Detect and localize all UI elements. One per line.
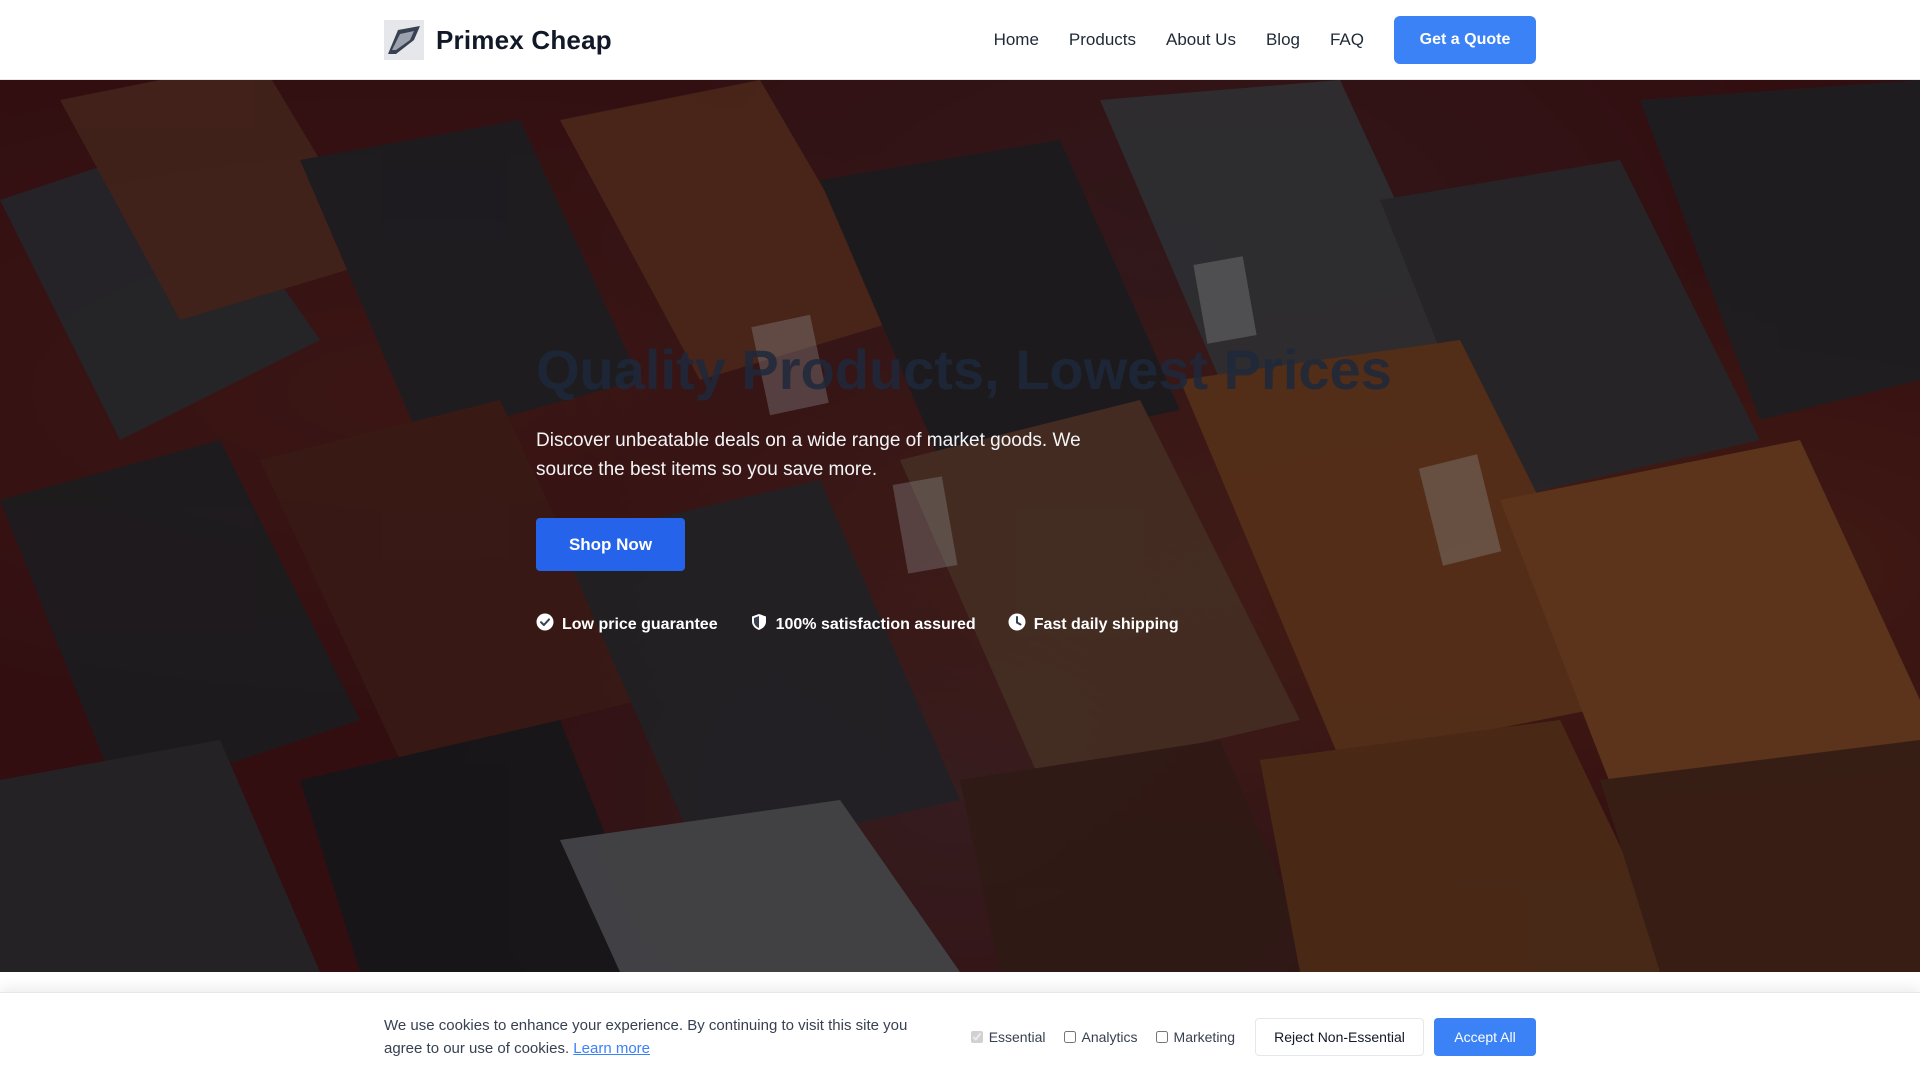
shield-icon <box>750 613 776 636</box>
feature-label: Low price guarantee <box>562 615 718 633</box>
accept-all-button[interactable]: Accept All <box>1434 1018 1536 1056</box>
nav-home[interactable]: Home <box>994 30 1039 50</box>
nav-faq[interactable]: FAQ <box>1330 30 1364 50</box>
analytics-checkbox[interactable] <box>1063 1031 1076 1043</box>
essential-checkbox[interactable] <box>970 1031 983 1043</box>
feature-item: 100% satisfaction assured <box>750 613 976 636</box>
marketing-option: Marketing <box>1155 1029 1235 1045</box>
cookie-banner: We use cookies to enhance your experienc… <box>0 992 1920 1080</box>
reject-non-essential-button[interactable]: Reject Non-Essential <box>1255 1018 1424 1056</box>
feature-list: Low price guarantee 100% satisfaction as… <box>536 613 1436 636</box>
shop-now-button[interactable]: Shop Now <box>536 518 685 572</box>
feature-label: Fast daily shipping <box>1033 615 1179 633</box>
main-nav: Home Products About Us Blog FAQ Get a Qu… <box>994 16 1536 64</box>
analytics-option: Analytics <box>1063 1029 1138 1045</box>
clock-icon <box>1008 613 1034 636</box>
cookie-controls: Essential Analytics Marketing Reject Non… <box>970 1018 1536 1056</box>
marketing-checkbox[interactable] <box>1155 1031 1168 1043</box>
essential-option: Essential <box>970 1029 1046 1045</box>
hero-content: Quality Products, Lowest Prices Discover… <box>536 338 1436 636</box>
nav-about-us[interactable]: About Us <box>1166 30 1236 50</box>
feature-label: 100% satisfaction assured <box>775 615 976 633</box>
essential-label: Essential <box>988 1029 1046 1045</box>
hero-section: Quality Products, Lowest Prices Discover… <box>0 80 1920 972</box>
analytics-label: Analytics <box>1081 1029 1138 1045</box>
brand-name: Primex Cheap <box>436 24 612 55</box>
cookie-inner: We use cookies to enhance your experienc… <box>384 993 1536 1080</box>
marketing-label: Marketing <box>1173 1029 1235 1045</box>
header-inner: Primex Cheap Home Products About Us Blog… <box>384 0 1536 80</box>
check-circle-icon <box>536 613 562 636</box>
feature-item: Fast daily shipping <box>1008 613 1179 636</box>
hero-title: Quality Products, Lowest Prices <box>536 338 1392 401</box>
logo-icon <box>384 20 424 60</box>
nav-blog[interactable]: Blog <box>1266 30 1300 50</box>
hero-subtitle: Discover unbeatable deals on a wide rang… <box>536 430 1081 481</box>
get-quote-button[interactable]: Get a Quote <box>1394 16 1536 64</box>
brand[interactable]: Primex Cheap <box>384 20 612 60</box>
cookie-text: We use cookies to enhance your experienc… <box>384 1014 944 1060</box>
feature-item: Low price guarantee <box>536 613 718 636</box>
nav-products[interactable]: Products <box>1069 30 1136 50</box>
learn-more-link[interactable]: Learn more <box>573 1040 650 1057</box>
site-header: Primex Cheap Home Products About Us Blog… <box>0 0 1920 80</box>
